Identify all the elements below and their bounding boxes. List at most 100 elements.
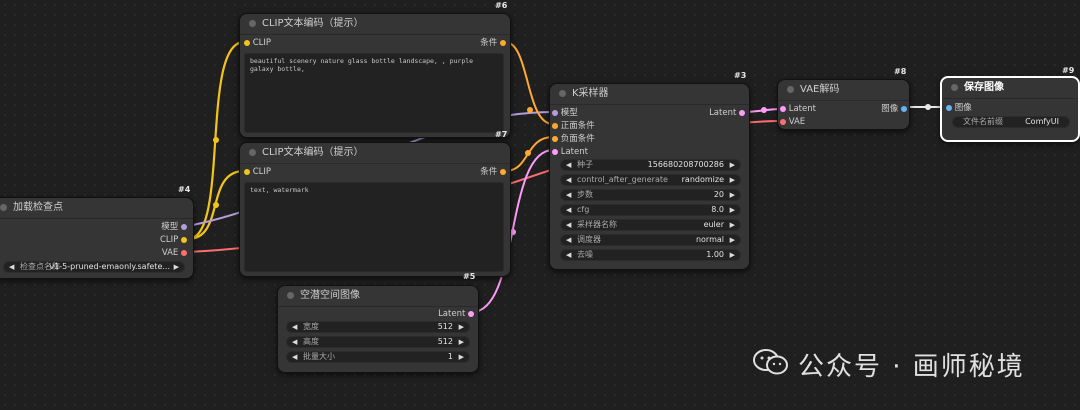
- arrow-left-icon[interactable]: ◀: [566, 205, 571, 215]
- output-conditioning[interactable]: 条件: [480, 166, 506, 178]
- arrow-left-icon[interactable]: ◀: [566, 250, 571, 260]
- input-clip[interactable]: CLIP: [244, 37, 271, 49]
- port-dot-icon[interactable]: [500, 168, 506, 175]
- arrow-right-icon[interactable]: ▶: [459, 337, 464, 347]
- port-dot-icon[interactable]: [552, 135, 558, 142]
- node-checkpoint-loader[interactable]: 加载检查点 模型 CLIP VAE ◀ 检查点名称 v1-5-pruned-em…: [0, 197, 194, 279]
- width-widget[interactable]: ◀ 宽度 512 ▶: [286, 321, 470, 333]
- port-dot-icon[interactable]: [780, 105, 786, 112]
- denoise-widget[interactable]: ◀ 去噪 1.00 ▶: [560, 249, 741, 261]
- node-title: 保存图像: [942, 78, 1078, 99]
- port-dot-icon[interactable]: [901, 105, 907, 112]
- port-dot-icon[interactable]: [181, 249, 187, 256]
- arrow-left-icon[interactable]: ◀: [566, 175, 571, 185]
- port-dot-icon[interactable]: [946, 104, 952, 111]
- port-dot-icon[interactable]: [181, 223, 187, 230]
- port-dot-icon[interactable]: [552, 122, 558, 129]
- prompt-textarea[interactable]: beautiful scenery nature glass bottle la…: [244, 53, 504, 133]
- port-dot-icon[interactable]: [552, 148, 558, 155]
- collapse-dot-icon[interactable]: [0, 204, 7, 211]
- collapse-dot-icon[interactable]: [787, 86, 794, 93]
- port-dot-icon[interactable]: [780, 118, 786, 125]
- control-after-generate-widget[interactable]: ◀ control_after_generate randomize ▶: [560, 174, 741, 186]
- batch-size-widget[interactable]: ◀ 批量大小 1 ▶: [286, 351, 470, 363]
- output-latent[interactable]: Latent: [438, 308, 474, 320]
- arrow-left-icon[interactable]: ◀: [566, 190, 571, 200]
- arrow-right-icon[interactable]: ▶: [459, 322, 464, 332]
- arrow-left-icon[interactable]: ◀: [566, 220, 571, 230]
- input-image[interactable]: 图像: [946, 102, 972, 114]
- cfg-widget[interactable]: ◀ cfg 8.0 ▶: [560, 204, 741, 216]
- node-id-badge: #7: [495, 130, 508, 139]
- port-dot-icon[interactable]: [739, 109, 745, 116]
- input-positive[interactable]: 正面条件: [552, 120, 595, 132]
- port-dot-icon[interactable]: [552, 109, 558, 116]
- node-id-badge: #9: [1062, 66, 1075, 75]
- output-model[interactable]: 模型: [161, 221, 187, 233]
- node-id-badge: #3: [734, 71, 747, 80]
- port-dot-icon[interactable]: [244, 39, 250, 46]
- node-title: 加载检查点: [0, 198, 193, 219]
- node-vae-decode[interactable]: VAE解码 Latent 图像 VAE: [777, 79, 910, 130]
- arrow-right-icon[interactable]: ▶: [730, 250, 735, 260]
- collapse-dot-icon[interactable]: [559, 90, 566, 97]
- sampler-name-widget[interactable]: ◀ 采样器名称 euler ▶: [560, 219, 741, 231]
- collapse-dot-icon[interactable]: [287, 292, 294, 299]
- height-widget[interactable]: ◀ 高度 512 ▶: [286, 336, 470, 348]
- output-image[interactable]: 图像: [881, 103, 907, 115]
- seed-widget[interactable]: ◀ 种子 156680208700286 ▶: [560, 159, 741, 171]
- ckpt-name-widget[interactable]: ◀ 检查点名称 v1-5-pruned-emaonly.safete... ▶: [3, 261, 185, 273]
- port-dot-icon[interactable]: [468, 310, 474, 317]
- arrow-right-icon[interactable]: ▶: [459, 352, 464, 362]
- node-id-badge: #5: [463, 272, 476, 281]
- arrow-left-icon[interactable]: ◀: [292, 337, 297, 347]
- arrow-left-icon[interactable]: ◀: [292, 322, 297, 332]
- wechat-icon: [753, 349, 788, 375]
- arrow-right-icon[interactable]: ▶: [730, 190, 735, 200]
- output-clip[interactable]: CLIP: [160, 234, 187, 246]
- node-id-badge: #8: [894, 67, 907, 76]
- arrow-right-icon[interactable]: ▶: [730, 160, 735, 170]
- arrow-right-icon[interactable]: ▶: [730, 175, 735, 185]
- arrow-right-icon[interactable]: ▶: [174, 262, 179, 272]
- node-title: CLIP文本编码（提示）: [240, 14, 510, 35]
- output-latent[interactable]: Latent: [709, 107, 745, 119]
- arrow-left-icon[interactable]: ◀: [566, 160, 571, 170]
- input-model[interactable]: 模型: [552, 107, 578, 119]
- input-latent[interactable]: Latent: [552, 146, 588, 158]
- arrow-right-icon[interactable]: ▶: [730, 205, 735, 215]
- node-empty-latent[interactable]: 空潜空间图像 Latent ◀ 宽度 512 ▶ ◀ 高度 512 ▶ ◀ 批量大小 1 ▶: [277, 285, 479, 373]
- arrow-right-icon[interactable]: ▶: [730, 220, 735, 230]
- port-dot-icon[interactable]: [500, 39, 506, 46]
- node-title: K采样器: [550, 84, 749, 105]
- steps-widget[interactable]: ◀ 步数 20 ▶: [560, 189, 741, 201]
- watermark-text: 公众号 · 画师秘境: [798, 352, 1025, 382]
- port-dot-icon[interactable]: [244, 168, 250, 175]
- input-clip[interactable]: CLIP: [244, 166, 271, 178]
- node-clip-text-negative[interactable]: CLIP文本编码（提示） CLIP 条件 text, watermark: [239, 142, 511, 277]
- collapse-dot-icon[interactable]: [249, 149, 256, 156]
- filename-prefix-widget[interactable]: 文件名前缀 ComfyUI: [952, 116, 1070, 128]
- node-title: CLIP文本编码（提示）: [240, 143, 510, 164]
- arrow-left-icon[interactable]: ◀: [9, 262, 14, 272]
- input-vae[interactable]: VAE: [780, 116, 805, 128]
- node-clip-text-positive[interactable]: CLIP文本编码（提示） CLIP 条件 beautiful scenery n…: [239, 13, 511, 138]
- node-id-badge: #6: [495, 1, 508, 10]
- scheduler-widget[interactable]: ◀ 调度器 normal ▶: [560, 234, 741, 246]
- output-vae[interactable]: VAE: [162, 247, 187, 259]
- input-negative[interactable]: 负面条件: [552, 133, 595, 145]
- node-title: VAE解码: [778, 80, 909, 101]
- node-save-image[interactable]: 保存图像 图像 文件名前缀 ComfyUI: [940, 76, 1080, 142]
- collapse-dot-icon[interactable]: [249, 20, 256, 27]
- arrow-left-icon[interactable]: ◀: [292, 352, 297, 362]
- node-id-badge: #4: [178, 185, 191, 194]
- input-latent[interactable]: Latent: [780, 103, 816, 115]
- prompt-textarea[interactable]: text, watermark: [244, 182, 504, 272]
- collapse-dot-icon[interactable]: [951, 84, 958, 91]
- node-ksampler[interactable]: K采样器 模型 Latent 正面条件 负面条件 Latent ◀ 种子 15668…: [549, 83, 750, 270]
- output-conditioning[interactable]: 条件: [480, 37, 506, 49]
- arrow-left-icon[interactable]: ◀: [566, 235, 571, 245]
- arrow-right-icon[interactable]: ▶: [730, 235, 735, 245]
- node-title: 空潜空间图像: [278, 286, 478, 307]
- port-dot-icon[interactable]: [181, 236, 187, 243]
